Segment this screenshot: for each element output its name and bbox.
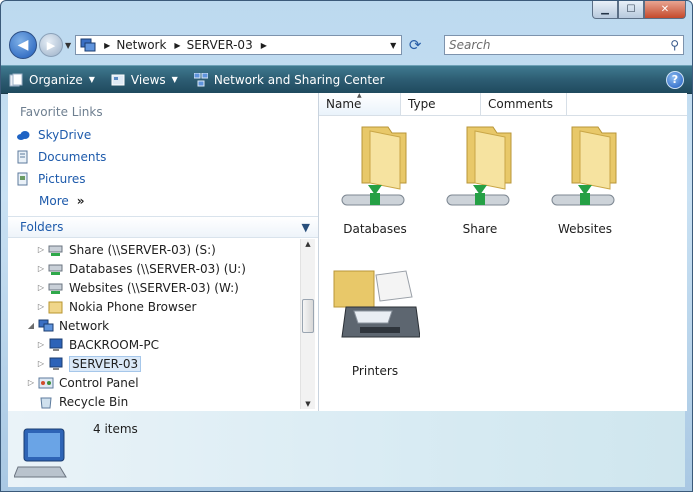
pictures-icon xyxy=(17,172,28,186)
forward-arrow-icon: ▶ xyxy=(46,38,56,52)
favorite-link-more[interactable]: More » xyxy=(39,194,85,208)
recycle-bin-icon xyxy=(40,397,52,408)
tree-item-network[interactable]: ◢ Network xyxy=(26,316,109,335)
folders-header[interactable]: Folders ▼ xyxy=(8,216,318,238)
favorite-link-skydrive[interactable]: SkyDrive xyxy=(16,128,91,142)
network-drive-icon xyxy=(48,245,63,256)
share-folder-websites[interactable]: Websites xyxy=(537,123,633,236)
organize-icon xyxy=(9,73,23,86)
maximize-button[interactable]: ☐ xyxy=(618,1,644,19)
network-icon xyxy=(38,319,54,331)
printers-folder[interactable]: Printers xyxy=(327,267,423,378)
folder-icon xyxy=(48,301,63,313)
tree-item-databases[interactable]: ▷ Databases (\\SERVER-03) (U:) xyxy=(36,259,246,278)
documents-icon xyxy=(17,150,28,164)
close-button[interactable]: ✕ xyxy=(644,1,686,19)
network-sharing-center-button[interactable]: Network and Sharing Center xyxy=(186,72,393,87)
tree-item-recycle-bin[interactable]: Recycle Bin xyxy=(38,392,128,411)
column-headers: ▲ Name Type Comments xyxy=(319,92,687,116)
expand-arrow-icon[interactable]: ▷ xyxy=(36,264,46,273)
network-center-icon xyxy=(193,72,208,86)
shared-folder-icon xyxy=(551,126,617,206)
tree-item-server-03[interactable]: ▷ SERVER-03 xyxy=(36,354,142,373)
address-bar[interactable]: ▶ Network ▶ SERVER-03 ▶ ▼ xyxy=(75,35,403,55)
column-header-name[interactable]: ▲ Name xyxy=(319,92,401,115)
minimize-button[interactable]: ▁ xyxy=(592,1,618,19)
sort-ascending-icon: ▲ xyxy=(357,92,362,99)
chevron-down-icon: ▼ xyxy=(171,75,178,84)
details-pane: 4 items xyxy=(8,411,685,487)
breadcrumb-arrow-icon: ▶ xyxy=(104,40,111,50)
tree-item-backroom-pc[interactable]: ▷ BACKROOM-PC xyxy=(36,335,159,354)
back-arrow-icon: ◀ xyxy=(17,37,29,53)
expand-arrow-icon[interactable]: ▷ xyxy=(36,359,46,368)
recent-pages-dropdown[interactable]: ▼ xyxy=(65,41,71,50)
search-icon[interactable]: ⚲ xyxy=(670,38,679,52)
content-pane: ▲ Name Type Comments Databases Share Web… xyxy=(319,92,687,411)
explorer-window: ▁ ☐ ✕ ◀ ▶ ▼ ▶ Network ▶ SERVER-03 ▶ ▼ ⟳ Se… xyxy=(0,0,693,492)
back-button[interactable]: ◀ xyxy=(9,31,37,59)
favorite-links-title: Favorite Links xyxy=(20,105,103,119)
column-header-type[interactable]: Type xyxy=(401,93,481,115)
tree-item-websites[interactable]: ▷ Websites (\\SERVER-03) (W:) xyxy=(36,278,239,297)
address-dropdown-icon[interactable]: ▼ xyxy=(385,41,401,50)
expand-arrow-icon[interactable]: ▷ xyxy=(36,340,46,349)
skydrive-cloud-icon xyxy=(17,131,30,140)
address-row: ◀ ▶ ▼ ▶ Network ▶ SERVER-03 ▶ ▼ ⟳ Search ⚲ xyxy=(9,30,684,60)
tree-item-control-panel[interactable]: ▷ Control Panel xyxy=(26,373,139,392)
breadcrumb-server[interactable]: ▶ SERVER-03 xyxy=(174,38,252,52)
views-button[interactable]: Views ▼ xyxy=(103,73,186,87)
network-drive-icon xyxy=(48,283,63,294)
shared-folder-icon xyxy=(446,126,512,206)
network-drive-icon xyxy=(48,264,63,275)
shared-folder-icon xyxy=(341,126,407,206)
organize-button[interactable]: Organize ▼ xyxy=(1,73,103,87)
chevron-down-icon: ▼ xyxy=(88,75,95,84)
expand-arrow-icon[interactable]: ▷ xyxy=(26,378,36,387)
computer-icon xyxy=(49,357,63,370)
scrollbar-thumb[interactable] xyxy=(302,299,314,333)
window-controls: ▁ ☐ ✕ xyxy=(592,1,686,19)
folders-scrollbar[interactable]: ▲ ▼ xyxy=(300,239,315,409)
printer-icon xyxy=(333,270,421,338)
more-chevrons-icon: » xyxy=(76,194,85,208)
item-count: 4 items xyxy=(93,422,138,436)
scroll-up-icon[interactable]: ▲ xyxy=(301,240,315,248)
collapse-chevron-icon: ▼ xyxy=(301,220,310,234)
forward-button[interactable]: ▶ xyxy=(39,33,63,57)
breadcrumb-arrow-icon: ▶ xyxy=(260,40,267,50)
scroll-down-icon[interactable]: ▼ xyxy=(301,400,315,408)
expand-arrow-icon[interactable]: ▷ xyxy=(36,245,46,254)
breadcrumb-children[interactable]: ▶ xyxy=(261,41,273,50)
expand-arrow-icon[interactable]: ▷ xyxy=(36,283,46,292)
computer-icon xyxy=(49,338,63,351)
favorite-link-documents[interactable]: Documents xyxy=(16,150,106,164)
tree-item-nokia[interactable]: ▷ Nokia Phone Browser xyxy=(36,297,196,316)
share-folder-databases[interactable]: Databases xyxy=(327,123,423,236)
network-icon xyxy=(80,38,96,52)
help-icon[interactable]: ? xyxy=(666,70,684,89)
navigation-pane: Favorite Links SkyDrive Documents Pictur… xyxy=(8,93,319,411)
expand-arrow-icon[interactable]: ▷ xyxy=(36,302,46,311)
refresh-icon[interactable]: ⟳ xyxy=(404,36,426,54)
collapse-arrow-icon[interactable]: ◢ xyxy=(26,321,36,330)
breadcrumb-network[interactable]: ▶ Network xyxy=(104,38,166,52)
column-header-comments[interactable]: Comments xyxy=(481,93,567,115)
share-folder-share[interactable]: Share xyxy=(432,123,528,236)
favorite-link-pictures[interactable]: Pictures xyxy=(16,172,86,186)
search-input[interactable]: Search ⚲ xyxy=(444,35,684,55)
control-panel-icon xyxy=(38,377,54,388)
command-bar: Organize ▼ Views ▼ Network and Sharing Cen… xyxy=(1,65,692,94)
views-icon xyxy=(111,74,125,85)
tree-item-share[interactable]: ▷ Share (\\SERVER-03) (S:) xyxy=(36,240,216,259)
computer-icon xyxy=(14,428,67,478)
breadcrumb-arrow-icon: ▶ xyxy=(174,40,181,50)
